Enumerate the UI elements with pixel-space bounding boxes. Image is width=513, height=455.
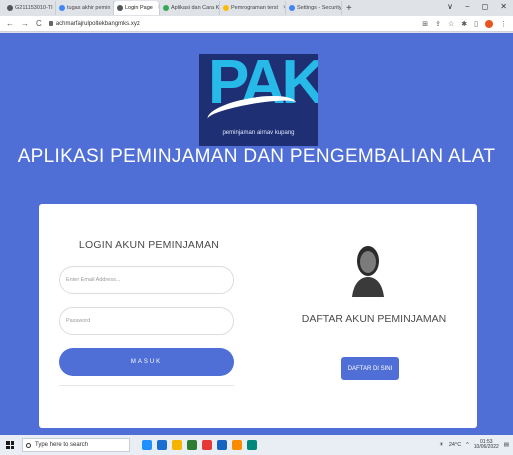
email-input[interactable] (59, 266, 234, 294)
browser-tab[interactable]: Pemrograman terst × (220, 1, 286, 15)
password-input[interactable] (59, 307, 234, 335)
tab-label: Settings - Security (297, 5, 342, 11)
new-tab-button[interactable]: + (346, 3, 352, 14)
taskbar-apps (142, 440, 257, 450)
store-app-icon[interactable] (157, 440, 167, 450)
tab-label: tugas akhir pemin (67, 5, 111, 11)
minimize-button[interactable]: − (465, 2, 470, 11)
word-app-icon[interactable] (217, 440, 227, 450)
tab-label: Aplikasi dan Cara K (171, 5, 220, 11)
vlc-app-icon[interactable] (232, 440, 242, 450)
login-heading: LOGIN AKUN PEMINJAMAN (78, 239, 220, 251)
sidebar-icon[interactable]: ▯ (474, 20, 478, 28)
edge-app-icon[interactable] (142, 440, 152, 450)
browser-toolbar: ← → C achmarfajrulpoltekbangmks.xyz ⊞ ⇪ … (0, 16, 513, 32)
lock-icon (48, 21, 53, 26)
tab-favicon-icon (7, 5, 13, 11)
share-icon[interactable]: ⇪ (435, 20, 441, 28)
window-controls: ∨ − ◻ ✕ (447, 2, 507, 11)
bookmark-star-icon[interactable]: ☆ (448, 20, 454, 28)
url-text: achmarfajrulpoltekbangmks.xyz (55, 20, 140, 27)
clock[interactable]: 01:53 10/06/2022 (473, 439, 499, 451)
logo-tagline: peminjaman airnav kupang (222, 130, 295, 136)
excel-app-icon[interactable] (187, 440, 197, 450)
app-icon[interactable] (247, 440, 257, 450)
tab-label: Pemrograman terst (231, 5, 279, 11)
browser-tab[interactable]: Settings - Security × (286, 1, 342, 15)
login-button[interactable]: MASUK (59, 348, 234, 376)
register-button[interactable]: DAFTAR DI SINI (341, 357, 399, 380)
tab-favicon-icon (163, 5, 169, 11)
windows-taskbar: Type here to search ☀ 24°C ^ 01:53 10/06… (0, 435, 513, 455)
browser-tab[interactable]: G211153010-TI × (4, 1, 56, 15)
back-arrow-icon[interactable]: ← (6, 19, 14, 28)
extensions-icon[interactable]: ✱ (461, 20, 467, 28)
tab-favicon-icon (117, 5, 123, 11)
tab-label: G211153010-TI (15, 5, 53, 11)
windows-start-icon[interactable] (6, 441, 14, 449)
browser-tab-strip: G211153010-TI × tugas akhir pemin × Logi… (0, 0, 513, 16)
tab-favicon-icon (289, 5, 295, 11)
clock-date: 10/06/2022 (473, 444, 499, 450)
tab-search-icon[interactable]: ∨ (447, 2, 453, 11)
taskbar-search-label: Type here to search (35, 442, 89, 448)
browser-tab[interactable]: Aplikasi dan Cara K × (160, 1, 220, 15)
forward-arrow-icon[interactable]: → (21, 19, 29, 28)
chrome-app-icon[interactable] (202, 440, 212, 450)
page-body: PAK peminjaman airnav kupang APLIKASI PE… (0, 33, 513, 435)
tab-favicon-icon (223, 5, 229, 11)
browser-tab[interactable]: tugas akhir pemin × (56, 1, 114, 15)
menu-kebab-icon[interactable]: ⋮ (500, 20, 507, 28)
files-app-icon[interactable] (172, 440, 182, 450)
search-icon (26, 442, 31, 448)
close-window-button[interactable]: ✕ (500, 2, 507, 11)
address-bar[interactable]: achmarfajrulpoltekbangmks.xyz (48, 20, 140, 27)
browser-tab-active[interactable]: Login Page × (114, 1, 160, 15)
maximize-button[interactable]: ◻ (482, 2, 489, 11)
system-tray: ☀ 24°C ^ 01:53 10/06/2022 ▤ (438, 439, 513, 451)
notification-icon[interactable]: ▤ (504, 442, 509, 448)
page-title: APLIKASI PEMINJAMAN DAN PENGEMBALIAN ALA… (17, 146, 496, 167)
toolbar-actions: ⊞ ⇪ ☆ ✱ ▯ ⋮ (422, 19, 507, 28)
weather-temp[interactable]: 24°C (449, 442, 461, 448)
divider (59, 385, 234, 386)
taskbar-search[interactable]: Type here to search (22, 438, 130, 452)
tray-chevron-icon[interactable]: ^ (466, 442, 469, 448)
auth-card: LOGIN AKUN PEMINJAMAN MASUK DAFTAR AKUN … (39, 204, 477, 428)
user-avatar-icon (348, 241, 388, 297)
profile-avatar-icon[interactable] (485, 19, 493, 28)
translate-icon[interactable]: ⊞ (422, 20, 428, 28)
tab-favicon-icon (59, 5, 65, 11)
pak-logo: PAK peminjaman airnav kupang (199, 54, 318, 146)
tab-label: Login Page (125, 5, 153, 11)
reload-icon[interactable]: C (36, 19, 42, 28)
register-heading: DAFTAR AKUN PEMINJAMAN (301, 313, 447, 325)
weather-sun-icon: ☀ (438, 442, 444, 448)
